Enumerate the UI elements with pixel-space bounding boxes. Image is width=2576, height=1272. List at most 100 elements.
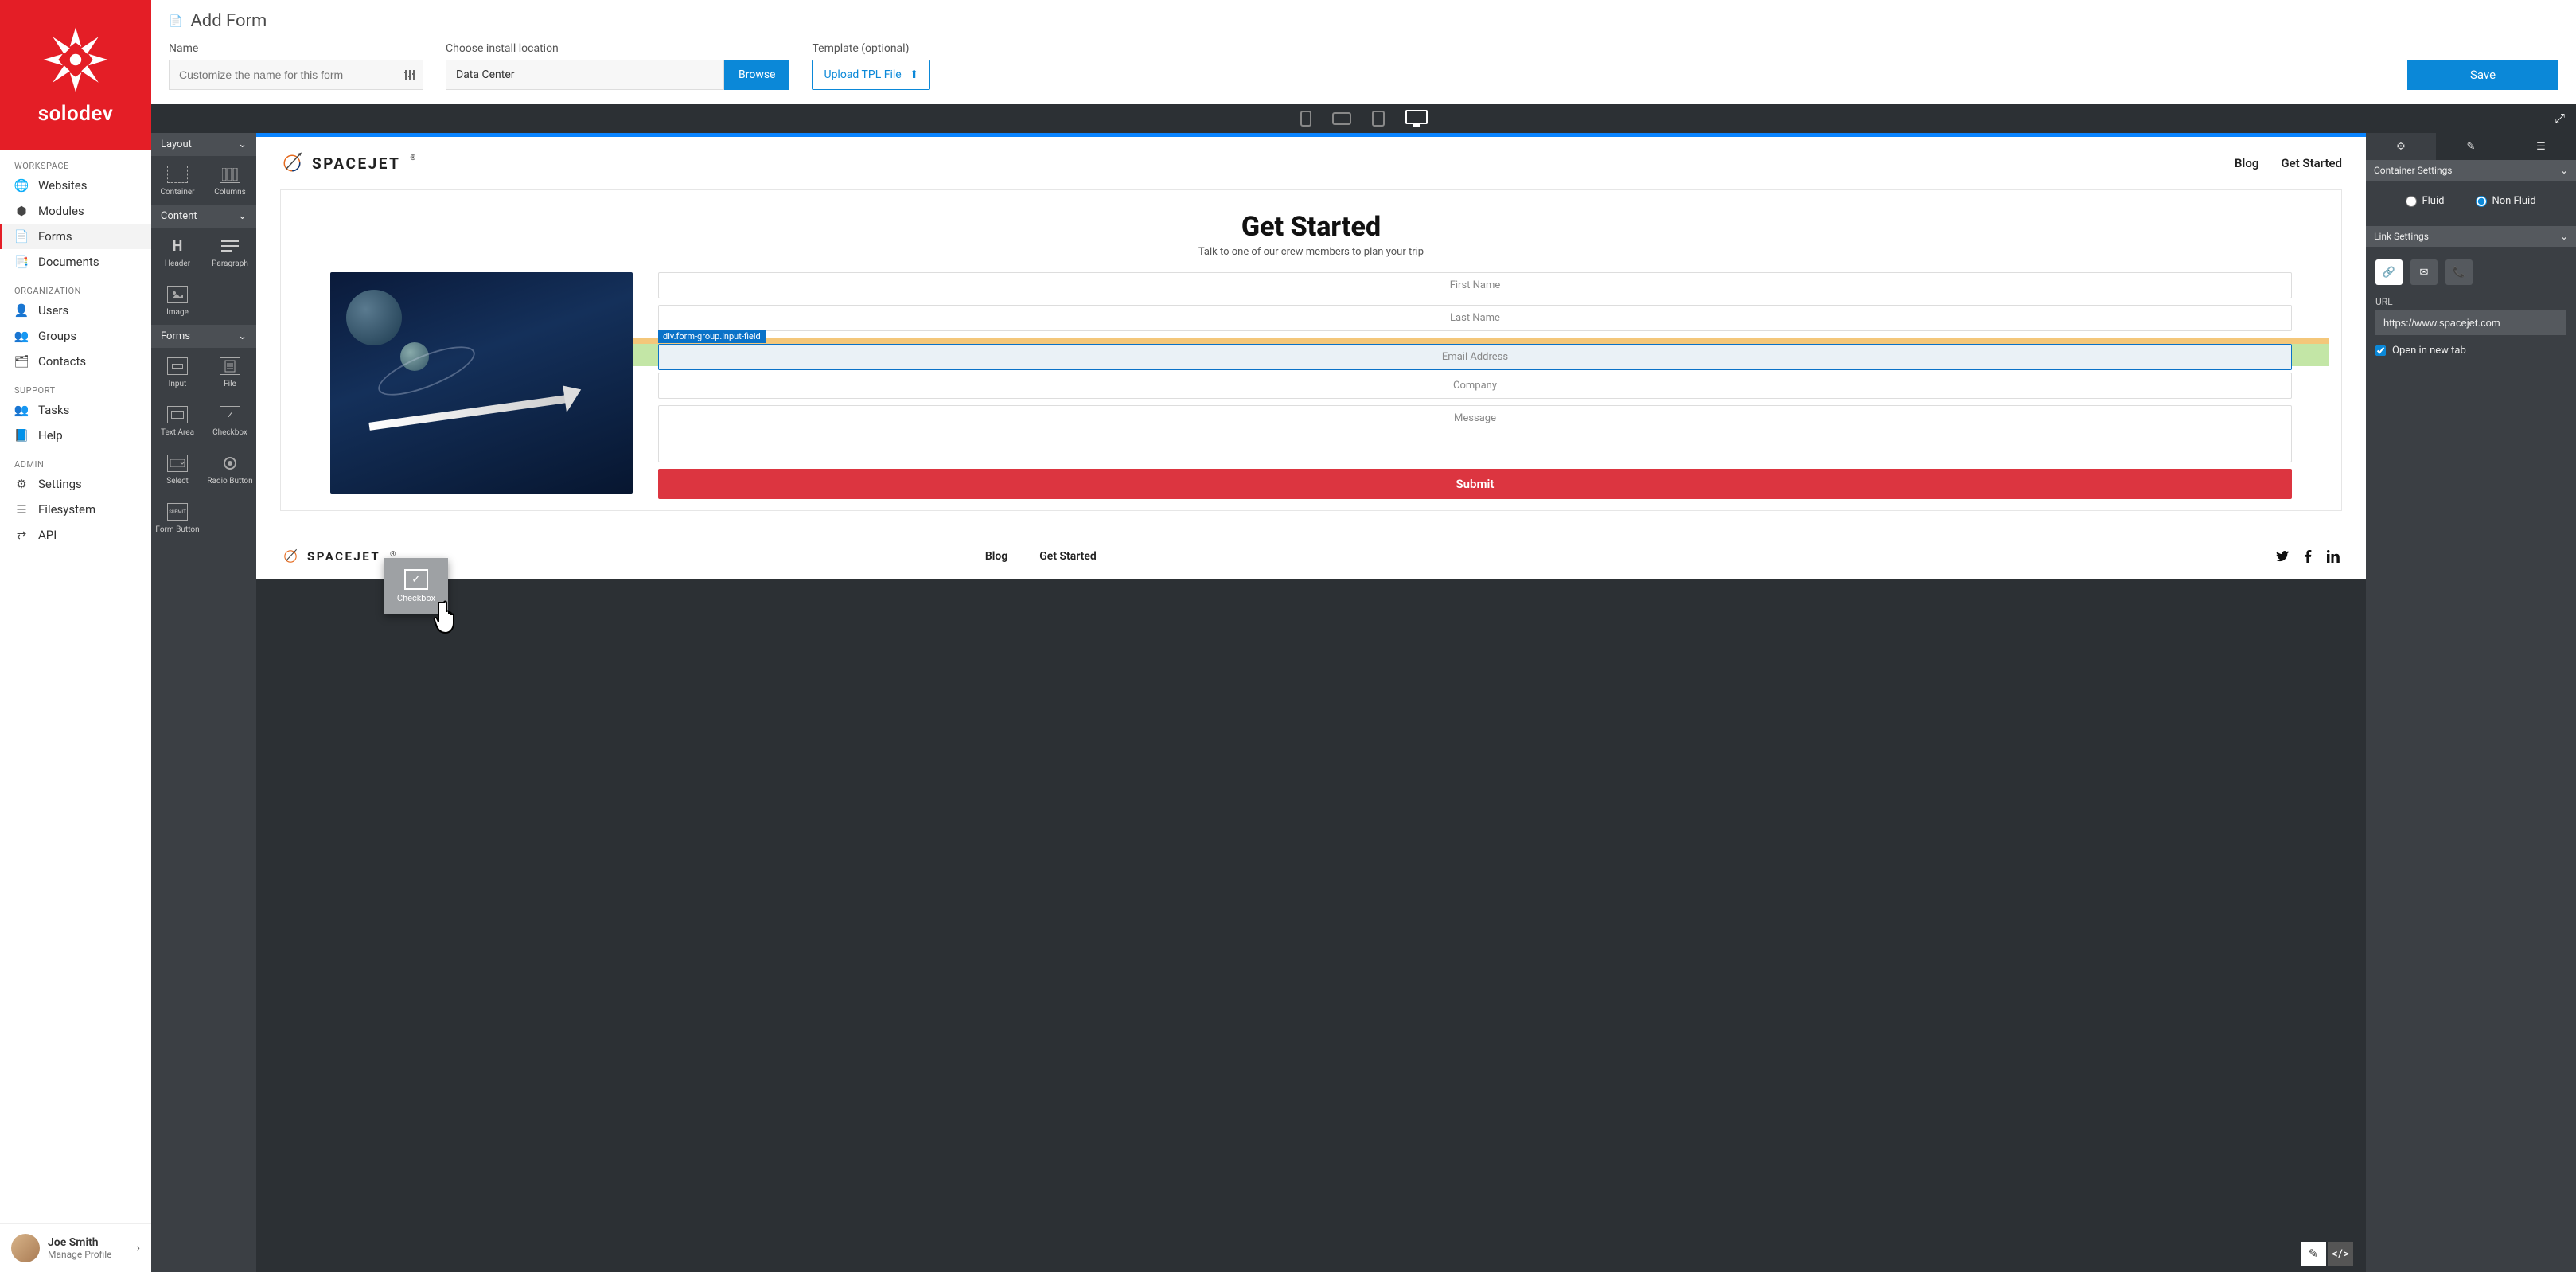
user-sub: Manage Profile	[48, 1249, 129, 1260]
radio-nonfluid[interactable]: Non Fluid	[2476, 195, 2535, 207]
site-nav-blog[interactable]: Blog	[2235, 156, 2258, 170]
palette-image[interactable]: Image	[151, 276, 204, 325]
settings-tab-list[interactable]: ☰	[2506, 133, 2576, 160]
nav-modules[interactable]: ⬢Modules	[0, 198, 151, 224]
field-first-name[interactable]: First Name	[658, 272, 2292, 298]
field-email[interactable]: Email Address	[658, 344, 2292, 370]
palette-section-forms[interactable]: Forms⌄	[151, 325, 256, 348]
footer-nav-getstarted[interactable]: Get Started	[1039, 550, 1097, 563]
palette-textarea[interactable]: Text Area	[151, 396, 204, 445]
nav-forms[interactable]: 📄Forms	[0, 224, 151, 249]
radio-fluid[interactable]: Fluid	[2406, 195, 2444, 207]
expand-icon[interactable]: ⤢	[2555, 111, 2565, 127]
hero-title: Get Started	[281, 211, 2341, 243]
nav-documents[interactable]: 📑Documents	[0, 249, 151, 275]
facebook-icon[interactable]	[2301, 549, 2315, 564]
nav-section-workspace: WORKSPACE	[0, 150, 151, 173]
chevron-down-icon: ⌄	[2560, 231, 2568, 242]
submit-button[interactable]: Submit	[658, 469, 2292, 499]
chevron-down-icon: ⌄	[2560, 165, 2568, 176]
twitter-icon[interactable]	[2275, 549, 2290, 564]
settings-tab-gear[interactable]: ⚙	[2366, 133, 2436, 160]
settings-sliders-icon[interactable]	[404, 69, 415, 80]
canvas-tools: ✎ </>	[2301, 1242, 2353, 1266]
device-desktop-icon[interactable]	[1405, 110, 1428, 127]
palette-paragraph[interactable]: Paragraph	[204, 228, 256, 276]
nav-help[interactable]: 📘Help	[0, 423, 151, 448]
modules-icon: ⬢	[14, 204, 29, 218]
palette-section-content[interactable]: Content⌄	[151, 205, 256, 228]
device-tablet-portrait-icon[interactable]	[1372, 111, 1385, 127]
nav-contacts[interactable]: 🗂Contacts	[0, 349, 151, 374]
container-settings-head[interactable]: Container Settings⌄	[2366, 160, 2576, 181]
palette-form-button[interactable]: SUBMITForm Button	[151, 494, 204, 542]
settings-panel: ⚙ ✎ ☰ Container Settings⌄ Fluid Non Flui…	[2366, 133, 2576, 1272]
user-footer[interactable]: Joe Smith Manage Profile ›	[0, 1223, 151, 1272]
settings-tab-edit[interactable]: ✎	[2436, 133, 2506, 160]
brand-logo-icon	[40, 24, 111, 96]
nav-groups[interactable]: 👥Groups	[0, 323, 151, 349]
open-new-tab-checkbox[interactable]: Open in new tab	[2375, 345, 2566, 357]
nav-settings[interactable]: ⚙Settings	[0, 471, 151, 497]
template-label: Template (optional)	[812, 42, 930, 55]
canvas[interactable]: SPACEJET® Blog Get Started Get Started T…	[256, 133, 2366, 579]
link-type-email[interactable]: ✉	[2410, 259, 2438, 285]
url-input[interactable]	[2375, 310, 2566, 335]
documents-icon: 📑	[14, 255, 29, 269]
nav-filesystem[interactable]: ☰Filesystem	[0, 497, 151, 522]
save-button[interactable]: Save	[2407, 60, 2558, 90]
palette-container[interactable]: Container	[151, 156, 204, 205]
palette-file[interactable]: File	[204, 348, 256, 396]
nav-api[interactable]: ⇄API	[0, 522, 151, 548]
palette-select[interactable]: Select	[151, 445, 204, 494]
browse-button[interactable]: Browse	[724, 60, 789, 90]
tasks-icon: 👥	[14, 403, 29, 417]
component-palette: Layout⌄ Container Columns Content⌄ HHead…	[151, 133, 256, 1272]
device-tablet-landscape-icon[interactable]	[1332, 112, 1351, 125]
url-label: URL	[2375, 296, 2566, 307]
hero-section: Get Started Talk to one of our crew memb…	[280, 189, 2342, 511]
form-icon: 📄	[169, 15, 182, 28]
field-company[interactable]: Company	[658, 373, 2292, 399]
container-icon	[167, 166, 188, 183]
nav-section-organization: ORGANIZATION	[0, 275, 151, 298]
nav-users[interactable]: 👤Users	[0, 298, 151, 323]
location-input[interactable]: Data Center	[446, 60, 724, 90]
name-label: Name	[169, 42, 423, 55]
chevron-down-icon: ⌄	[238, 210, 247, 222]
radio-icon	[220, 455, 240, 472]
list-icon: ☰	[2536, 141, 2546, 153]
chevron-right-icon: ›	[137, 1242, 140, 1254]
page-header: 📄 Add Form Name Choose install location	[151, 0, 2576, 104]
link-type-url[interactable]: 🔗	[2375, 259, 2403, 285]
link-type-phone[interactable]: 📞	[2445, 259, 2473, 285]
upload-tpl-button[interactable]: Upload TPL File ⬆	[812, 60, 930, 90]
palette-section-layout[interactable]: Layout⌄	[151, 133, 256, 156]
canvas-tool-edit[interactable]: ✎	[2301, 1242, 2326, 1266]
nav-tasks[interactable]: 👥Tasks	[0, 397, 151, 423]
canvas-tool-code[interactable]: </>	[2328, 1242, 2353, 1266]
selection-tag: div.form-group.input-field	[658, 330, 766, 343]
main-sidebar: solodev WORKSPACE 🌐Websites ⬢Modules 📄Fo…	[0, 0, 151, 1272]
link-settings-head[interactable]: Link Settings⌄	[2366, 226, 2576, 247]
palette-header[interactable]: HHeader	[151, 228, 204, 276]
device-phone-icon[interactable]	[1300, 111, 1311, 127]
help-icon: 📘	[14, 428, 29, 443]
palette-columns[interactable]: Columns	[204, 156, 256, 205]
site-header: SPACEJET® Blog Get Started	[256, 137, 2366, 189]
pencil-icon: ✎	[2467, 141, 2476, 153]
palette-radio[interactable]: Radio Button	[204, 445, 256, 494]
footer-nav-blog[interactable]: Blog	[985, 550, 1007, 563]
linkedin-icon[interactable]	[2326, 549, 2340, 564]
name-input[interactable]	[169, 60, 423, 90]
field-last-name[interactable]: Last Name	[658, 305, 2292, 331]
file-icon	[220, 357, 240, 375]
field-message[interactable]: Message	[658, 405, 2292, 462]
palette-input[interactable]: Input	[151, 348, 204, 396]
nav-websites[interactable]: 🌐Websites	[0, 173, 151, 198]
site-nav-getstarted[interactable]: Get Started	[2281, 156, 2342, 170]
link-icon: 🔗	[2383, 267, 2395, 279]
palette-checkbox[interactable]: ✓Checkbox	[204, 396, 256, 445]
textarea-icon	[167, 406, 188, 423]
checkbox-icon: ✓	[404, 569, 428, 590]
